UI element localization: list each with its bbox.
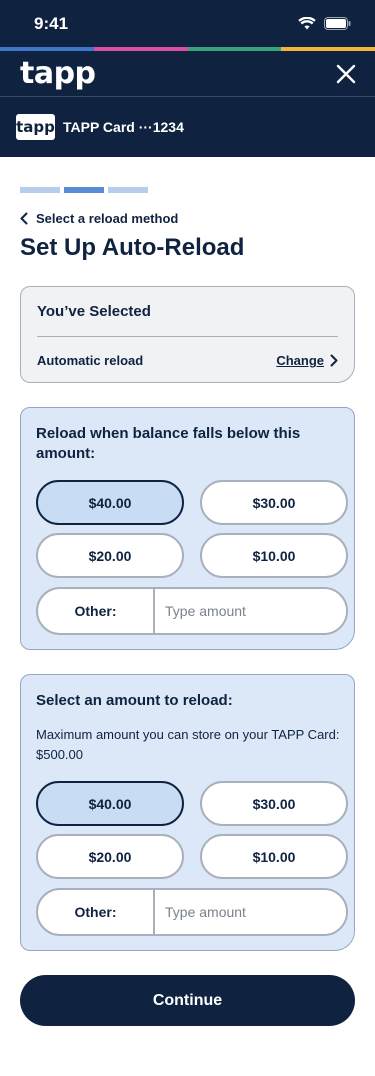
threshold-option-20[interactable]: $20.00 (36, 533, 184, 578)
reload-amount-options: $40.00 $30.00 $20.00 $10.00 Other: (36, 781, 348, 936)
status-bar: 9:41 (0, 0, 375, 47)
reload-option-10[interactable]: $10.00 (200, 834, 348, 879)
reload-option-30[interactable]: $30.00 (200, 781, 348, 826)
progress-step-current (64, 187, 104, 193)
page-title: Set Up Auto-Reload (20, 234, 245, 261)
selection-heading: You’ve Selected (37, 303, 338, 337)
chevron-right-icon (330, 354, 338, 367)
card-name: TAPP Card ···1234 (63, 119, 184, 135)
reload-amount-input[interactable] (155, 890, 346, 934)
progress-step (108, 187, 148, 193)
close-icon[interactable] (335, 63, 357, 85)
threshold-option-40[interactable]: $40.00 (36, 480, 184, 525)
step-progress (20, 187, 375, 193)
reload-option-40[interactable]: $40.00 (36, 781, 184, 826)
progress-step (20, 187, 60, 193)
selection-row: Automatic reload Change (37, 353, 338, 368)
reload-amount-heading: Select an amount to reload: (36, 692, 233, 709)
wifi-icon (298, 17, 316, 30)
threshold-options: $40.00 $30.00 $20.00 $10.00 Other: (36, 480, 348, 635)
selection-summary: You’ve Selected Automatic reload Change (20, 286, 355, 383)
threshold-option-10[interactable]: $10.00 (200, 533, 348, 578)
app-header: tapp (0, 51, 375, 97)
threshold-option-30[interactable]: $30.00 (200, 480, 348, 525)
status-icons (298, 17, 351, 30)
threshold-amount-input[interactable] (155, 589, 346, 633)
tapp-logo: tapp (20, 56, 96, 91)
accent-stripe (0, 47, 375, 51)
continue-button[interactable]: Continue (20, 975, 355, 1026)
card-logo: tapp (16, 114, 55, 140)
threshold-panel: Reload when balance falls below this amo… (20, 407, 355, 650)
reload-other: Other: (36, 888, 348, 936)
battery-icon (324, 17, 351, 30)
back-link[interactable]: Select a reload method (20, 211, 375, 226)
threshold-heading: Reload when balance falls below this amo… (36, 425, 301, 462)
selected-method: Automatic reload (37, 353, 144, 368)
reload-option-20[interactable]: $20.00 (36, 834, 184, 879)
max-amount-note: Maximum amount you can store on your TAP… (36, 727, 340, 762)
change-link-label: Change (276, 353, 324, 368)
status-time: 9:41 (34, 13, 69, 33)
card-bar: tapp TAPP Card ···1234 (0, 97, 375, 157)
threshold-other-button[interactable]: Other: (38, 589, 155, 633)
back-link-label: Select a reload method (36, 211, 179, 226)
reload-other-button[interactable]: Other: (38, 890, 155, 934)
reload-amount-panel: Select an amount to reload: Maximum amou… (20, 674, 355, 951)
change-link[interactable]: Change (276, 353, 338, 368)
threshold-other: Other: (36, 587, 348, 635)
chevron-left-icon (20, 212, 28, 225)
